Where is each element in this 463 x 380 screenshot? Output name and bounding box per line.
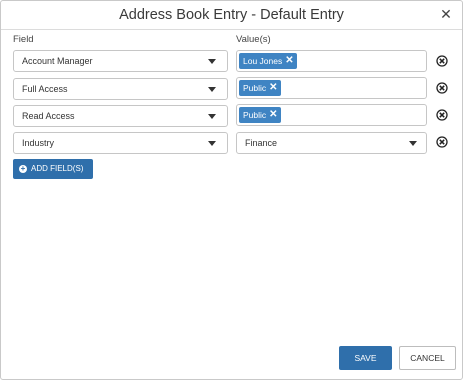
chip-label: Lou Jones [243, 56, 283, 66]
caret-down-icon [208, 87, 216, 92]
field-select-industry[interactable]: Industry [13, 132, 228, 154]
field-column-header: Field [13, 34, 34, 45]
field-select-full-access[interactable]: Full Access [13, 78, 228, 100]
value-input-full-access[interactable]: Public ✕ [236, 77, 427, 99]
remove-row-icon[interactable] [436, 55, 448, 67]
field-select-label: Read Access [22, 111, 75, 121]
add-fields-label: ADD FIELD(S) [31, 164, 84, 173]
close-icon[interactable]: ✕ [439, 6, 453, 22]
chip-remove-icon[interactable]: ✕ [269, 80, 277, 96]
caret-down-icon [208, 59, 216, 64]
save-button[interactable]: SAVE [339, 346, 392, 370]
chip-remove-icon[interactable]: ✕ [269, 107, 277, 123]
remove-row-icon[interactable] [436, 82, 448, 94]
add-fields-button[interactable]: + ADD FIELD(S) [13, 159, 93, 179]
value-input-account-manager[interactable]: Lou Jones ✕ [236, 50, 427, 72]
field-select-label: Industry [22, 138, 55, 148]
field-select-label: Full Access [22, 84, 68, 94]
address-book-dialog: Address Book Entry - Default Entry ✕ Fie… [0, 0, 463, 380]
field-select-account-manager[interactable]: Account Manager [13, 50, 228, 72]
remove-row-icon[interactable] [436, 109, 448, 121]
chip-label: Public [243, 83, 267, 93]
values-column-header: Value(s) [236, 34, 271, 45]
field-select-read-access[interactable]: Read Access [13, 105, 228, 127]
caret-down-icon [208, 114, 216, 119]
value-chip: Public ✕ [239, 80, 281, 96]
dialog-title: Address Book Entry - Default Entry [119, 7, 344, 23]
caret-down-icon [208, 141, 216, 146]
cancel-button[interactable]: CANCEL [399, 346, 456, 370]
field-select-label: Account Manager [22, 56, 93, 66]
dialog-header: Address Book Entry - Default Entry ✕ [1, 1, 462, 30]
value-chip: Lou Jones ✕ [239, 53, 297, 69]
value-select-label: Finance [245, 138, 278, 148]
value-chip: Public ✕ [239, 107, 281, 123]
chip-remove-icon[interactable]: ✕ [285, 53, 293, 69]
caret-down-icon [409, 141, 417, 146]
value-select-industry[interactable]: Finance [236, 132, 427, 154]
chip-label: Public [243, 110, 267, 120]
plus-circle-icon: + [19, 164, 27, 173]
value-input-read-access[interactable]: Public ✕ [236, 104, 427, 126]
remove-row-icon[interactable] [436, 136, 448, 148]
